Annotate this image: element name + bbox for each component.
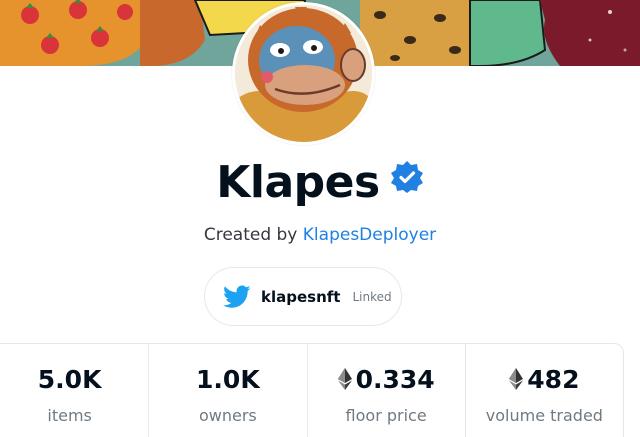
creator-link[interactable]: KlapesDeployer [303,225,436,245]
stat-items[interactable]: 5.0K items [0,344,150,437]
verified-badge-icon [390,161,423,193]
stat-owners[interactable]: 1.0K owners [149,344,308,437]
ethereum-icon [337,368,352,390]
stat-floor-price[interactable]: 0.334 floor price [308,344,466,437]
stat-value: 482 [527,364,580,394]
twitter-handle: klapesnft [261,287,341,306]
stat-value: 1.0K [196,364,260,394]
collection-page: Klapes Created by KlapesDeployer klapesn… [0,0,640,437]
collection-title: Klapes [216,156,380,208]
stat-label: items [47,406,92,425]
stat-volume-traded[interactable]: 482 volume traded [466,344,623,437]
stat-label: volume traded [485,406,603,425]
twitter-link-button[interactable]: klapesnft Linked [204,267,402,326]
stat-value: 5.0K [37,364,102,394]
collection-avatar [232,2,375,145]
stat-value: 0.334 [355,364,435,394]
ape-avatar-image [235,5,372,142]
twitter-linked-status: Linked [352,289,392,304]
stat-label: floor price [345,406,427,425]
collection-title-row: Klapes [0,152,640,212]
twitter-icon [223,284,251,308]
collection-stats: 5.0K items 1.0K owners 0.334 floor price [0,343,624,437]
creator-prefix: Created by [203,225,298,245]
ethereum-icon [509,368,524,390]
stat-label: owners [198,406,257,425]
creator-line: Created by KlapesDeployer [0,225,640,245]
